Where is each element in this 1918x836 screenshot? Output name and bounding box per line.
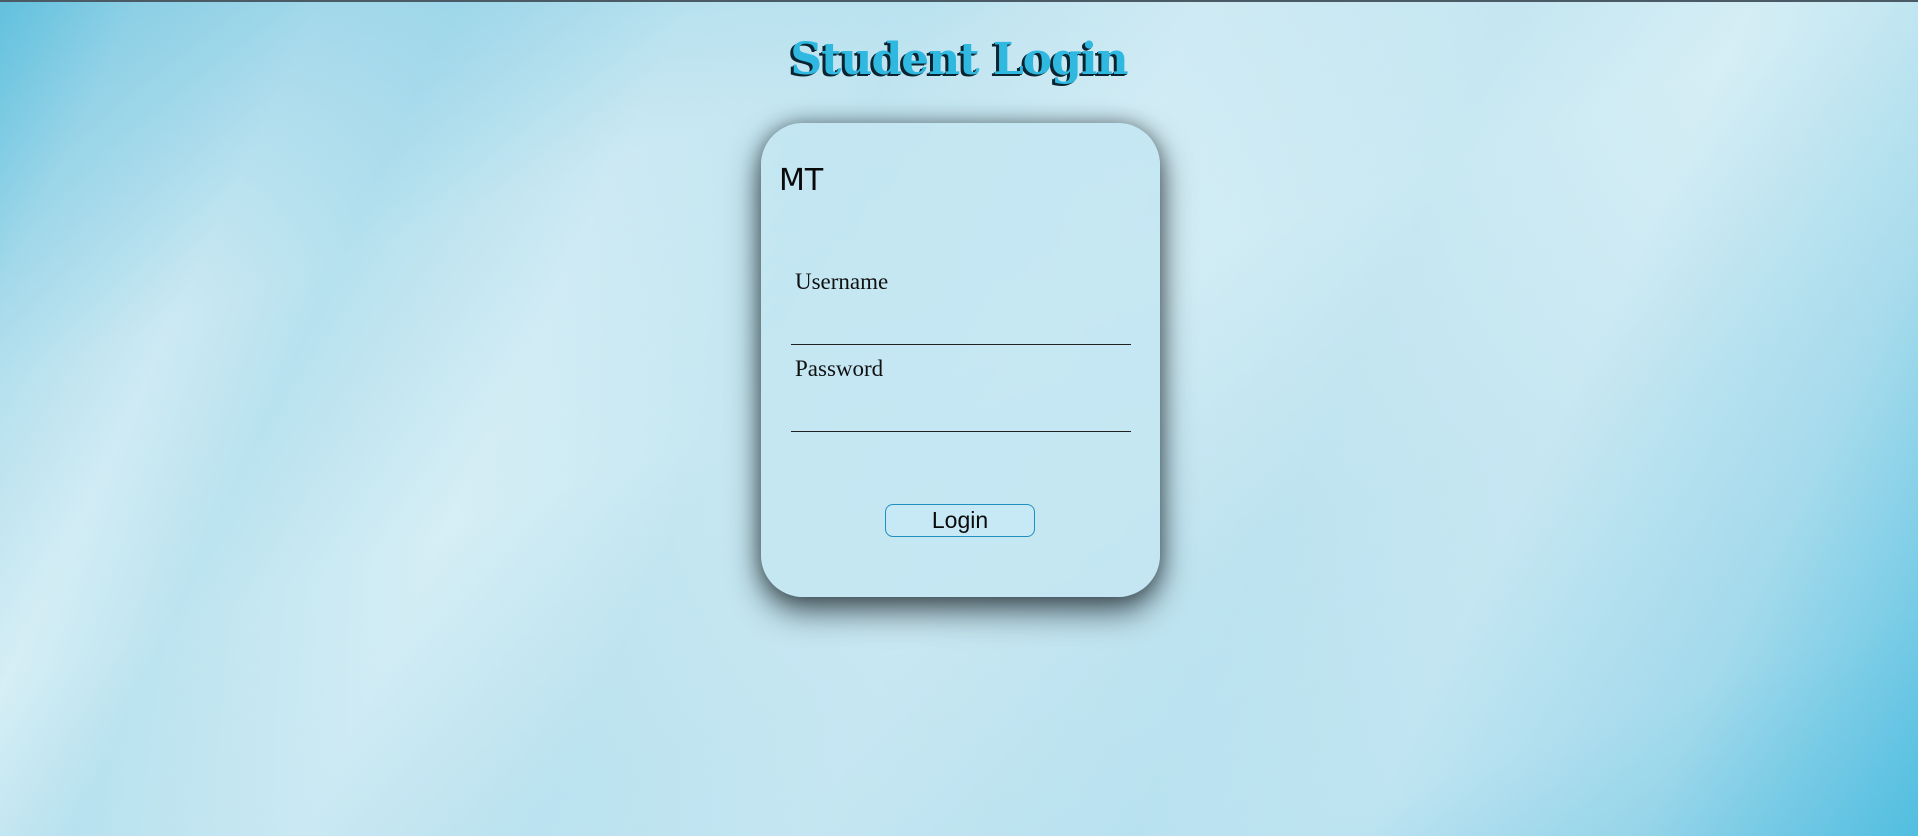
login-card: MT Username Password Login [761, 123, 1160, 597]
login-button[interactable]: Login [885, 504, 1035, 537]
password-label: Password [795, 356, 884, 381]
top-divider [0, 0, 1918, 2]
page-title: Student Login [790, 34, 1128, 85]
username-label: Username [795, 269, 889, 294]
username-input[interactable] [791, 311, 1131, 345]
logo-text: MT [779, 163, 824, 198]
password-input[interactable] [791, 398, 1131, 432]
